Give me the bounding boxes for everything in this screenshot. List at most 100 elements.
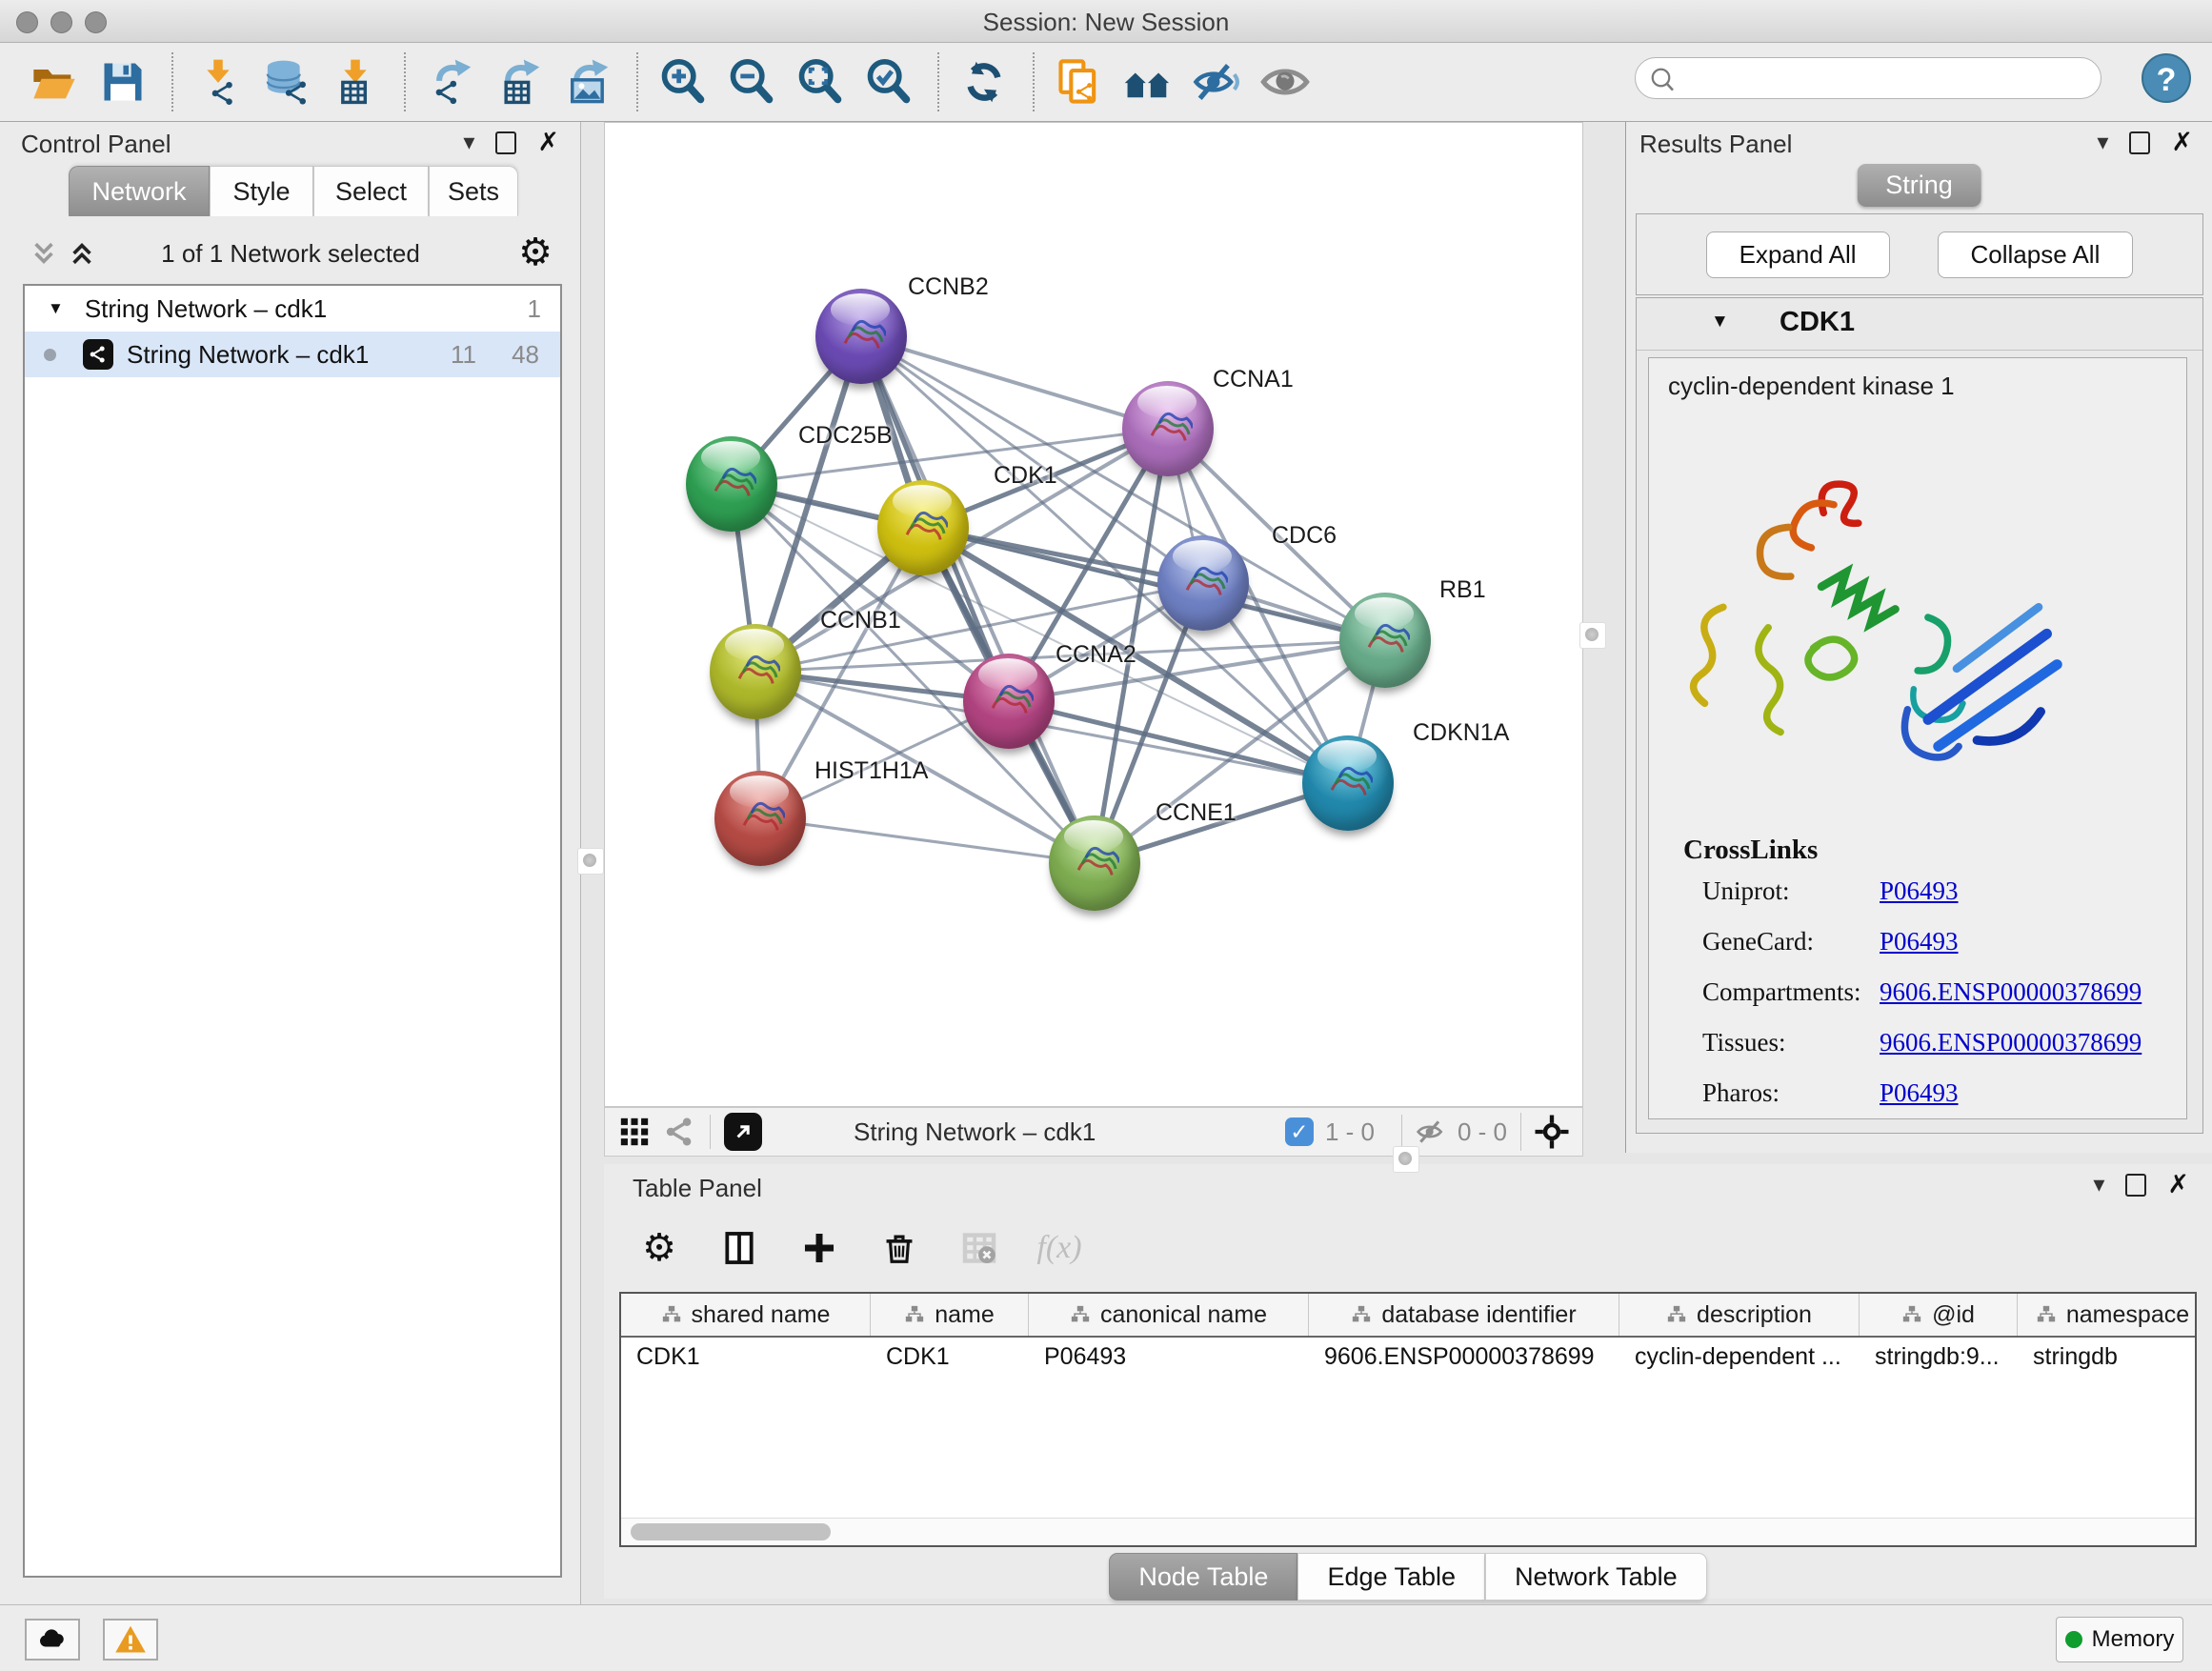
network-options-gear-icon[interactable]: ⚙	[518, 231, 553, 274]
memory-button[interactable]: Memory	[2056, 1617, 2183, 1662]
column-header--id[interactable]: @id	[1860, 1294, 2018, 1336]
tab-network-table[interactable]: Network Table	[1485, 1553, 1707, 1601]
tab-sets[interactable]: Sets	[429, 166, 518, 216]
crosslink-link[interactable]: P06493	[1880, 876, 1959, 906]
refresh-icon[interactable]	[956, 54, 1012, 110]
tab-edge-table[interactable]: Edge Table	[1297, 1553, 1485, 1601]
warning-button[interactable]	[103, 1619, 158, 1661]
network-edge[interactable]	[861, 336, 1168, 429]
control-panel-float-icon[interactable]	[495, 131, 516, 154]
table-horizontal-scrollbar[interactable]	[621, 1518, 2195, 1545]
help-button[interactable]: ?	[2142, 53, 2191, 103]
network-node-cdc6[interactable]	[1157, 535, 1249, 631]
column-header-name[interactable]: name	[871, 1294, 1029, 1336]
table-settings-gear-icon[interactable]: ⚙	[638, 1227, 680, 1269]
protein-thumbnail	[707, 461, 756, 511]
crosslink-link[interactable]: P06493	[1880, 1078, 1959, 1108]
crosslink-link[interactable]: P06493	[1880, 927, 1959, 956]
crosslink-link[interactable]: 9606.ENSP00000378699	[1880, 977, 2142, 1007]
collection-caret-icon[interactable]: ▼	[48, 299, 64, 318]
clone-network-icon[interactable]	[1052, 54, 1107, 110]
crosslink-label: Uniprot:	[1702, 876, 1790, 905]
left-splitter-handle[interactable]	[577, 848, 604, 875]
column-header-database-identifier[interactable]: database identifier	[1309, 1294, 1619, 1336]
grid-view-icon[interactable]	[618, 1116, 651, 1148]
network-node-ccnb1[interactable]	[710, 624, 801, 719]
network-canvas[interactable]: CCNB2 CCNA1 CDC25B CDK1 CDC6 RB1 CCNB1 C…	[604, 122, 1583, 1107]
selected-checkbox-icon[interactable]: ✓	[1285, 1117, 1314, 1146]
network-share-icon	[83, 339, 113, 370]
save-session-icon[interactable]	[95, 54, 151, 110]
tab-node-table[interactable]: Node Table	[1109, 1553, 1297, 1601]
entry-caret-icon[interactable]: ▼	[1711, 312, 1729, 332]
network-node-cdk1[interactable]	[877, 480, 969, 575]
network-node-cdc25b[interactable]	[686, 436, 777, 532]
zoom-out-icon[interactable]	[724, 54, 779, 110]
column-header-description[interactable]: description	[1619, 1294, 1860, 1336]
results-panel-float-icon[interactable]	[2129, 131, 2150, 154]
crosshair-icon[interactable]	[1520, 1113, 1582, 1151]
results-panel-menu-icon[interactable]: ▾	[2097, 129, 2108, 156]
control-panel-menu-icon[interactable]: ▾	[463, 129, 474, 156]
control-panel: Control Panel ▾ ✗ NetworkStyleSelectSets…	[0, 122, 581, 1604]
cloud-button[interactable]	[25, 1619, 80, 1661]
zoom-fit-icon[interactable]	[793, 54, 848, 110]
add-column-icon[interactable]	[798, 1227, 840, 1269]
open-session-icon[interactable]	[27, 54, 82, 110]
results-entry-header[interactable]: ▼ CDK1	[1637, 298, 2202, 351]
crosslink-link[interactable]: 9606.ENSP00000378699	[1880, 1028, 2142, 1057]
zoom-selected-icon[interactable]	[861, 54, 916, 110]
share-view-icon[interactable]	[664, 1116, 696, 1148]
split-column-icon[interactable]	[718, 1227, 760, 1269]
import-network-icon[interactable]	[191, 54, 246, 110]
import-database-icon[interactable]	[259, 54, 314, 110]
results-actions: Expand All Collapse All	[1636, 213, 2203, 295]
network-edge[interactable]	[760, 818, 1095, 863]
column-header-namespace[interactable]: namespace	[2018, 1294, 2197, 1336]
table-row[interactable]: CDK1CDK1P064939606.ENSP00000378699cyclin…	[621, 1338, 2195, 1378]
right-splitter-handle[interactable]	[1579, 622, 1606, 649]
titlebar: Session: New Session	[0, 0, 2212, 43]
tab-select[interactable]: Select	[313, 166, 429, 216]
control-panel-close-icon[interactable]: ✗	[537, 128, 559, 157]
table-toolbar: ⚙f(x)	[638, 1218, 1080, 1278]
tab-style[interactable]: Style	[210, 166, 313, 216]
network-node-cdkn1a[interactable]	[1302, 735, 1394, 831]
network-node-ccna1[interactable]	[1122, 381, 1214, 476]
results-panel-close-icon[interactable]: ✗	[2171, 128, 2193, 157]
protein-structure-image	[1670, 450, 2080, 812]
tab-network[interactable]: Network	[69, 166, 210, 216]
column-header-shared-name[interactable]: shared name	[621, 1294, 871, 1336]
zoom-in-icon[interactable]	[655, 54, 711, 110]
network-node-ccna2[interactable]	[963, 654, 1055, 749]
table-panel: Table Panel ▾ ✗ ⚙f(x) shared namenamecan…	[604, 1164, 2212, 1599]
string-home-icon[interactable]	[1120, 54, 1176, 110]
export-network-icon[interactable]	[423, 54, 478, 110]
open-in-window-icon[interactable]	[724, 1113, 762, 1151]
import-table-icon[interactable]	[328, 54, 383, 110]
network-collection-row[interactable]: ▼ String Network – cdk1 1	[25, 286, 560, 332]
export-image-icon[interactable]	[560, 54, 615, 110]
network-node-hist1h1a[interactable]	[714, 771, 806, 866]
hidden-eye-icon[interactable]	[1416, 1117, 1446, 1147]
bottom-splitter-handle[interactable]	[1393, 1146, 1419, 1173]
expand-all-button[interactable]: Expand All	[1706, 232, 1890, 278]
table-panel-close-icon[interactable]: ✗	[2167, 1170, 2189, 1199]
scrollbar-thumb[interactable]	[631, 1523, 831, 1540]
search-input[interactable]	[1685, 62, 2089, 94]
network-node-rb1[interactable]	[1339, 593, 1431, 688]
results-entry: ▼ CDK1 cyclin-dependent kinase 1	[1636, 297, 2203, 1134]
table-panel-menu-icon[interactable]: ▾	[2093, 1171, 2104, 1198]
delete-column-icon[interactable]	[878, 1227, 920, 1269]
tab-string[interactable]: String	[1857, 164, 1981, 207]
export-table-icon[interactable]	[492, 54, 547, 110]
hide-selected-icon[interactable]	[1189, 54, 1244, 110]
column-header-canonical-name[interactable]: canonical name	[1029, 1294, 1309, 1336]
network-node-ccnb2[interactable]	[815, 289, 907, 384]
network-node-ccne1[interactable]	[1049, 815, 1140, 911]
table-panel-float-icon[interactable]	[2125, 1174, 2146, 1197]
show-all-icon[interactable]	[1257, 54, 1313, 110]
crosslink-row: GeneCard: P06493	[1702, 927, 2179, 956]
collapse-all-button[interactable]: Collapse All	[1938, 232, 2134, 278]
network-row-selected[interactable]: String Network – cdk1 11 48	[25, 332, 560, 377]
